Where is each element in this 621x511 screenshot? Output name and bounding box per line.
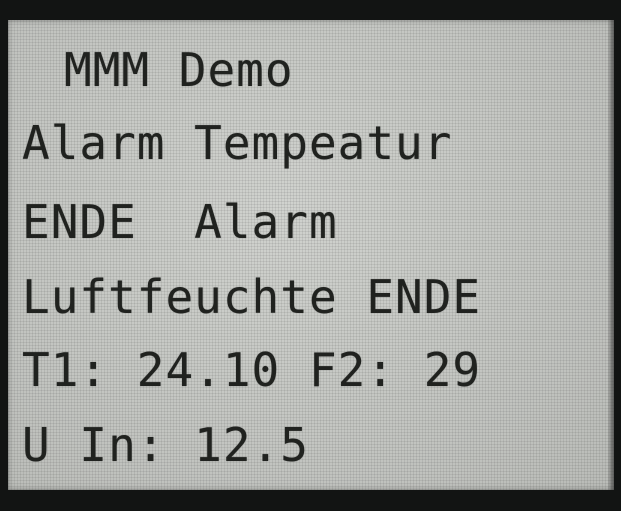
lcd-screen: MMM Demo Alarm Tempeatur ENDE Alarm Luft… bbox=[8, 20, 614, 490]
title-line: MMM Demo bbox=[64, 43, 294, 97]
alarm-temperature-line: Alarm Tempeatur bbox=[22, 116, 453, 170]
temperature-humidity-reading: T1: 24.10 F2: 29 bbox=[22, 343, 482, 397]
end-alarm-line: ENDE Alarm bbox=[22, 195, 338, 249]
input-voltage-reading: U In: 12.5 bbox=[22, 418, 309, 472]
lcd-shadow-edge bbox=[608, 20, 614, 490]
humidity-end-line: Luftfeuchte ENDE bbox=[22, 270, 482, 324]
device-bezel: MMM Demo Alarm Tempeatur ENDE Alarm Luft… bbox=[0, 0, 621, 511]
